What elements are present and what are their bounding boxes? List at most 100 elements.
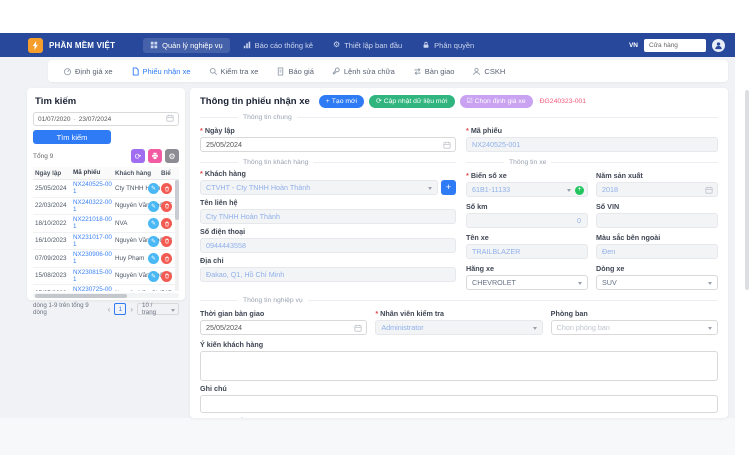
edit-button[interactable]: ✎ bbox=[148, 218, 159, 229]
choose-valuation-button[interactable]: ☑Chọn định giá xe bbox=[460, 95, 533, 108]
field-khach-hang: *Khách hàng CTVHT - Cty TNHH Hoàn Thành … bbox=[200, 169, 456, 195]
cell-date: 25/07/2023 bbox=[33, 290, 73, 291]
y-kien-textarea[interactable] bbox=[200, 351, 718, 381]
so-km-value: 0 bbox=[577, 216, 581, 225]
delete-button[interactable] bbox=[161, 253, 172, 264]
delete-button[interactable] bbox=[161, 201, 172, 212]
table-row[interactable]: 07/09/2023 NX230906-001 Huy Phạm 51A ✎ bbox=[33, 250, 179, 268]
plus-icon: + bbox=[326, 98, 330, 105]
field-so-dien-thoai: Số điện thoại 0944443558 bbox=[200, 227, 456, 253]
tab-lenh-sua-chua[interactable]: Lệnh sửa chữa bbox=[323, 60, 404, 82]
vertical-scrollbar[interactable] bbox=[175, 180, 179, 291]
form-panel: Thông tin phiếu nhận xe +Tạo mới ⟳Cập nh… bbox=[190, 88, 728, 418]
edit-button[interactable]: ✎ bbox=[148, 271, 159, 282]
tab-label: Lệnh sửa chữa bbox=[344, 67, 395, 76]
page-number[interactable]: 1 bbox=[114, 303, 126, 315]
swap-icon bbox=[413, 67, 422, 76]
app-screen: PHẦN MỀM VIỆT Quản lý nghiệp vụ Báo cáo … bbox=[0, 0, 750, 455]
bottom-band bbox=[0, 418, 735, 455]
field-label: Nhân viên kiểm tra bbox=[380, 309, 444, 318]
edit-button[interactable]: ✎ bbox=[148, 236, 159, 247]
delete-button[interactable] bbox=[161, 236, 172, 247]
thoi-gian-ban-giao-input[interactable]: 25/05/2024 bbox=[200, 320, 367, 335]
page-scrollbar[interactable] bbox=[745, 90, 749, 290]
next-page-button[interactable]: › bbox=[130, 305, 133, 314]
store-select[interactable]: Cửa hàng bbox=[644, 39, 706, 52]
header-ma-phieu[interactable]: Mã phiếu bbox=[73, 169, 113, 176]
nav-item-phan-quyen[interactable]: Phân quyền bbox=[415, 38, 481, 53]
print-button[interactable] bbox=[148, 149, 162, 163]
ghi-chu-textarea[interactable] bbox=[200, 395, 718, 413]
so-vin-input bbox=[596, 213, 718, 228]
table-row[interactable]: 16/10/2023 NX231017-001 Nguyễn Văn Chối … bbox=[33, 233, 179, 251]
prev-page-button[interactable]: ‹ bbox=[108, 305, 111, 314]
field-label: Số km bbox=[466, 202, 488, 211]
table-row[interactable]: 22/03/2024 NX240322-001 Nguyễn Văn Chối … bbox=[33, 198, 179, 216]
tab-ban-giao[interactable]: Bàn giao bbox=[404, 60, 464, 82]
add-vehicle-button[interactable]: + bbox=[575, 186, 584, 195]
ngay-lap-input[interactable]: 25/05/2024 bbox=[200, 137, 456, 152]
page-size-select[interactable]: 10 / trang bbox=[137, 303, 179, 315]
tab-bao-gia[interactable]: Báo giá bbox=[267, 60, 322, 82]
table-row[interactable]: 18/10/2022 NX221018-001 NVA 65A ✎ bbox=[33, 215, 179, 233]
cell-date: 18/10/2022 bbox=[33, 220, 73, 227]
section-general: Thông tin chung bbox=[200, 114, 718, 121]
tab-phieu-nhan-xe[interactable]: Phiếu nhận xe bbox=[122, 60, 200, 82]
magnifier-icon bbox=[209, 67, 218, 76]
tab-cskh[interactable]: CSKH bbox=[463, 60, 514, 82]
settings-button[interactable]: ⚙ bbox=[165, 149, 179, 163]
nav-item-quan-ly-nghiep-vu[interactable]: Quản lý nghiệp vụ bbox=[143, 38, 229, 53]
tab-dinh-gia-xe[interactable]: Định giá xe bbox=[54, 60, 122, 82]
horizontal-scrollbar[interactable] bbox=[33, 293, 179, 298]
field-ten-lien-he: Tên liên hệ Cty TNHH Hoàn Thành bbox=[200, 198, 456, 224]
nav-item-thiet-lap-ban-dau[interactable]: ⚙ Thiết lập ban đầu bbox=[326, 38, 409, 53]
search-button[interactable]: Tìm kiếm bbox=[33, 130, 111, 144]
field-label: Ngày lập bbox=[205, 126, 235, 135]
table-row[interactable]: 15/08/2023 NX230815-001 Nguyễn Văn Chối … bbox=[33, 268, 179, 286]
tab-kiem-tra-xe[interactable]: Kiểm tra xe bbox=[200, 60, 268, 82]
field-label: Tên xe bbox=[466, 233, 489, 242]
brand-name: PHẦN MỀM VIỆT bbox=[49, 41, 115, 50]
section-customer: Thông tin khách hàng bbox=[200, 159, 456, 166]
field-hang-xe: Hãng xe CHEVROLET bbox=[466, 262, 588, 290]
chevron-down-icon bbox=[578, 282, 582, 285]
bolt-icon bbox=[31, 41, 40, 50]
hang-xe-select[interactable]: CHEVROLET bbox=[466, 275, 588, 290]
table-row[interactable]: 25/05/2024 NX240525-001 Cty TNHH Hoàn Th… bbox=[33, 180, 179, 198]
delete-button[interactable] bbox=[161, 218, 172, 229]
field-label: Thời gian bàn giao bbox=[200, 309, 264, 318]
field-phong-ban: Phòng ban Chọn phòng ban bbox=[551, 307, 718, 335]
field-label: Năm sản xuất bbox=[596, 171, 643, 180]
refresh-button[interactable]: ⟳ bbox=[131, 149, 145, 163]
bien-so-xe-value: 61B1-11133 bbox=[472, 185, 510, 194]
header-khach-hang[interactable]: Khách hàng bbox=[113, 170, 161, 177]
table-row[interactable]: 25/07/2023 NX230725-001 Nguyễn Văn Chối … bbox=[33, 285, 179, 291]
delete-button[interactable] bbox=[161, 183, 172, 194]
edit-button[interactable]: ✎ bbox=[148, 253, 159, 264]
module-tabs: Định giá xe Phiếu nhận xe Kiểm tra xe Bá… bbox=[48, 60, 728, 82]
required-mark: * bbox=[375, 309, 378, 318]
update-button[interactable]: ⟳Cập nhật dữ liệu mới bbox=[369, 95, 455, 108]
required-mark: * bbox=[200, 126, 203, 135]
nav-item-bao-cao-thong-ke[interactable]: Báo cáo thống kê bbox=[236, 38, 320, 53]
nhan-vien-kiem-tra-select: Administrator bbox=[375, 320, 542, 335]
edit-button[interactable]: ✎ bbox=[148, 201, 159, 212]
nav-item-label: Báo cáo thống kê bbox=[255, 41, 313, 50]
date-range-input[interactable]: 01/07/2020 - 23/07/2024 bbox=[33, 112, 179, 126]
chevron-down-icon bbox=[428, 187, 432, 190]
ten-lien-he-value: Cty TNHH Hoàn Thành bbox=[206, 212, 280, 221]
choose-valuation-label: Chọn định giá xe bbox=[475, 98, 526, 105]
date-from: 01/07/2020 bbox=[38, 116, 71, 123]
edit-button[interactable]: ✎ bbox=[148, 183, 159, 194]
tab-label: Bàn giao bbox=[425, 67, 455, 76]
dong-xe-select[interactable]: SUV bbox=[596, 275, 718, 290]
trash-icon bbox=[164, 256, 170, 262]
add-customer-button[interactable]: + bbox=[441, 180, 456, 195]
trash-icon bbox=[164, 221, 170, 227]
create-button[interactable]: +Tạo mới bbox=[319, 95, 364, 108]
trash-icon bbox=[164, 238, 170, 244]
delete-button[interactable] bbox=[161, 271, 172, 282]
phong-ban-select[interactable]: Chọn phòng ban bbox=[551, 320, 718, 335]
cell-customer: Nguyễn Văn Chối bbox=[113, 290, 161, 291]
user-avatar[interactable] bbox=[712, 39, 725, 52]
